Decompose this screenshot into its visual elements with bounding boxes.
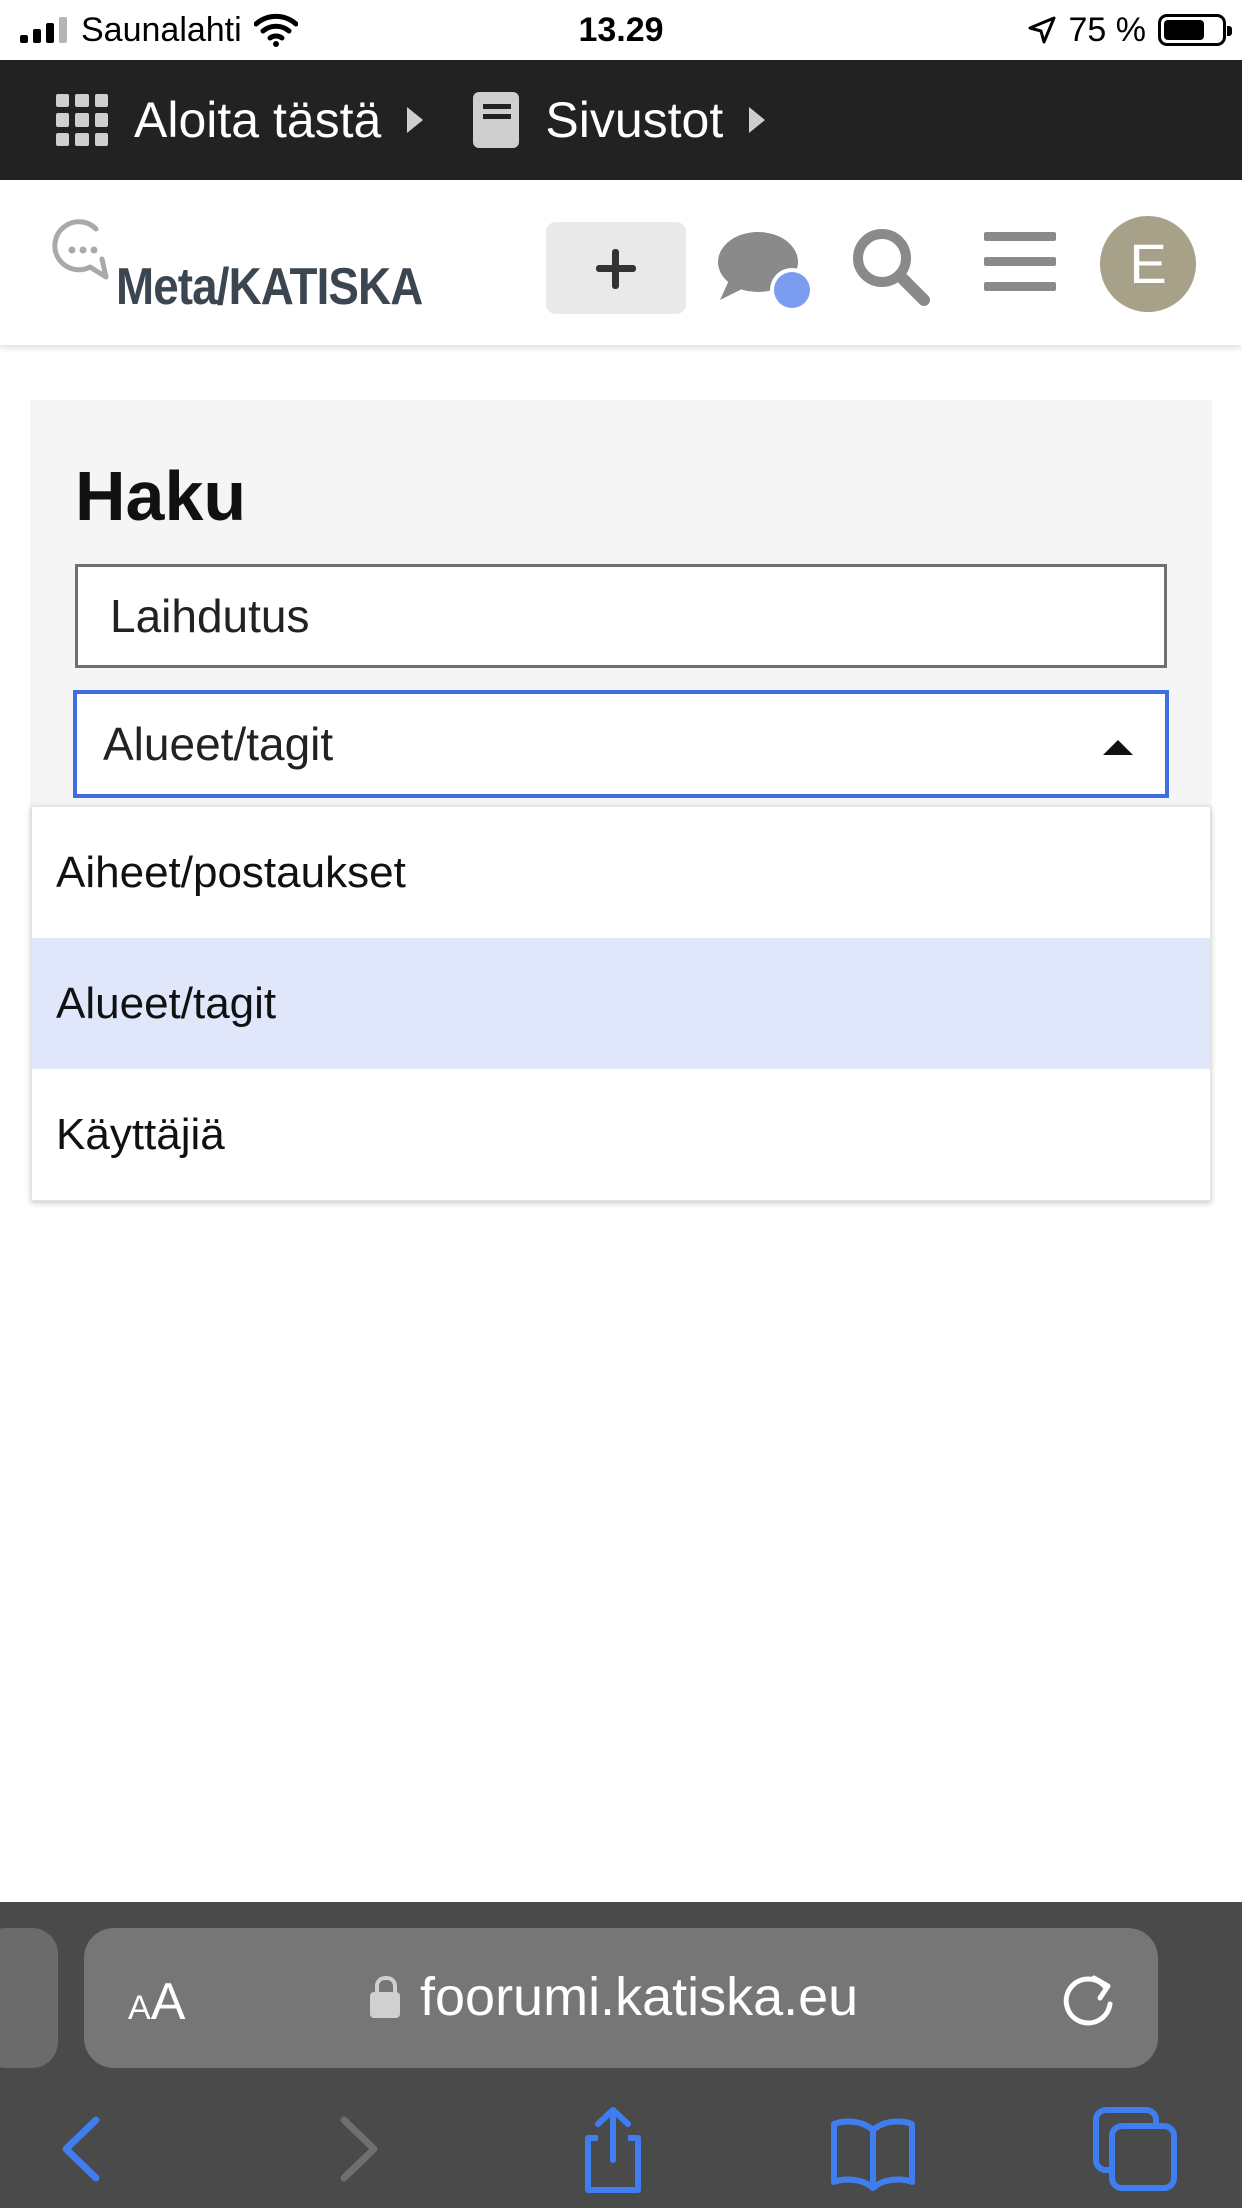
reload-icon[interactable] bbox=[1056, 1966, 1120, 2030]
page-title: Haku bbox=[75, 457, 247, 535]
breadcrumb: Aloita tästä Sivustot bbox=[0, 60, 1242, 180]
url-text: foorumi.katiska.eu bbox=[420, 1967, 859, 2027]
previous-tab-peek[interactable] bbox=[0, 1928, 58, 2068]
location-arrow-icon bbox=[1028, 16, 1055, 44]
share-icon[interactable] bbox=[568, 2104, 658, 2194]
lock-icon bbox=[370, 1976, 400, 2018]
breadcrumb-label: Sivustot bbox=[545, 92, 724, 148]
status-bar: Saunalahti 13.29 75 % bbox=[0, 0, 1242, 60]
grid-icon bbox=[56, 94, 108, 146]
tabs-icon[interactable] bbox=[1090, 2104, 1180, 2194]
chat-icon bbox=[718, 232, 814, 312]
option-users[interactable]: Käyttäjiä bbox=[32, 1069, 1210, 1200]
battery-icon bbox=[1158, 14, 1232, 46]
search-type-select[interactable]: Alueet/tagit bbox=[73, 690, 1169, 798]
search-type-dropdown: Aiheet/postaukset Alueet/tagit Käyttäjiä bbox=[31, 806, 1211, 1201]
search-icon bbox=[853, 229, 930, 306]
breadcrumb-item-sites[interactable]: Sivustot bbox=[473, 91, 766, 149]
book-icon bbox=[473, 92, 520, 148]
option-topics-posts[interactable]: Aiheet/postaukset bbox=[32, 807, 1210, 938]
chat-button[interactable] bbox=[716, 220, 816, 320]
hamburger-menu-button[interactable] bbox=[984, 230, 1056, 294]
back-icon[interactable] bbox=[40, 2104, 130, 2194]
status-right: 75 % bbox=[1027, 8, 1232, 52]
address-bar[interactable]: AA foorumi.katiska.eu bbox=[84, 1928, 1158, 2068]
caret-right-icon bbox=[749, 107, 766, 133]
search-input[interactable] bbox=[75, 564, 1167, 668]
user-avatar[interactable]: E bbox=[1100, 216, 1196, 312]
browser-toolbar bbox=[0, 2092, 1242, 2194]
select-value: Alueet/tagit bbox=[103, 718, 334, 770]
new-topic-button[interactable] bbox=[546, 222, 686, 314]
option-categories-tags[interactable]: Alueet/tagit bbox=[32, 938, 1210, 1069]
text-size-button[interactable]: AA bbox=[128, 1972, 185, 2032]
search-button[interactable] bbox=[848, 224, 932, 308]
browser-bottom-bar: AA foorumi.katiska.eu bbox=[0, 1902, 1242, 2208]
forward-icon[interactable] bbox=[310, 2104, 400, 2194]
breadcrumb-item-start[interactable]: Aloita tästä bbox=[56, 91, 424, 149]
logo-text: Meta/KATISKA bbox=[116, 258, 423, 316]
caret-up-icon bbox=[1103, 740, 1133, 755]
chat-bubble-logo-icon bbox=[52, 219, 109, 280]
site-logo[interactable]: Meta/KATISKA bbox=[46, 215, 426, 316]
site-header: Meta/KATISKA E bbox=[0, 180, 1242, 345]
menu-icon bbox=[984, 232, 1056, 241]
bookmarks-icon[interactable] bbox=[828, 2104, 918, 2194]
caret-right-icon bbox=[407, 107, 424, 133]
breadcrumb-label: Aloita tästä bbox=[134, 92, 382, 148]
battery-percentage: 75 % bbox=[1068, 10, 1147, 49]
